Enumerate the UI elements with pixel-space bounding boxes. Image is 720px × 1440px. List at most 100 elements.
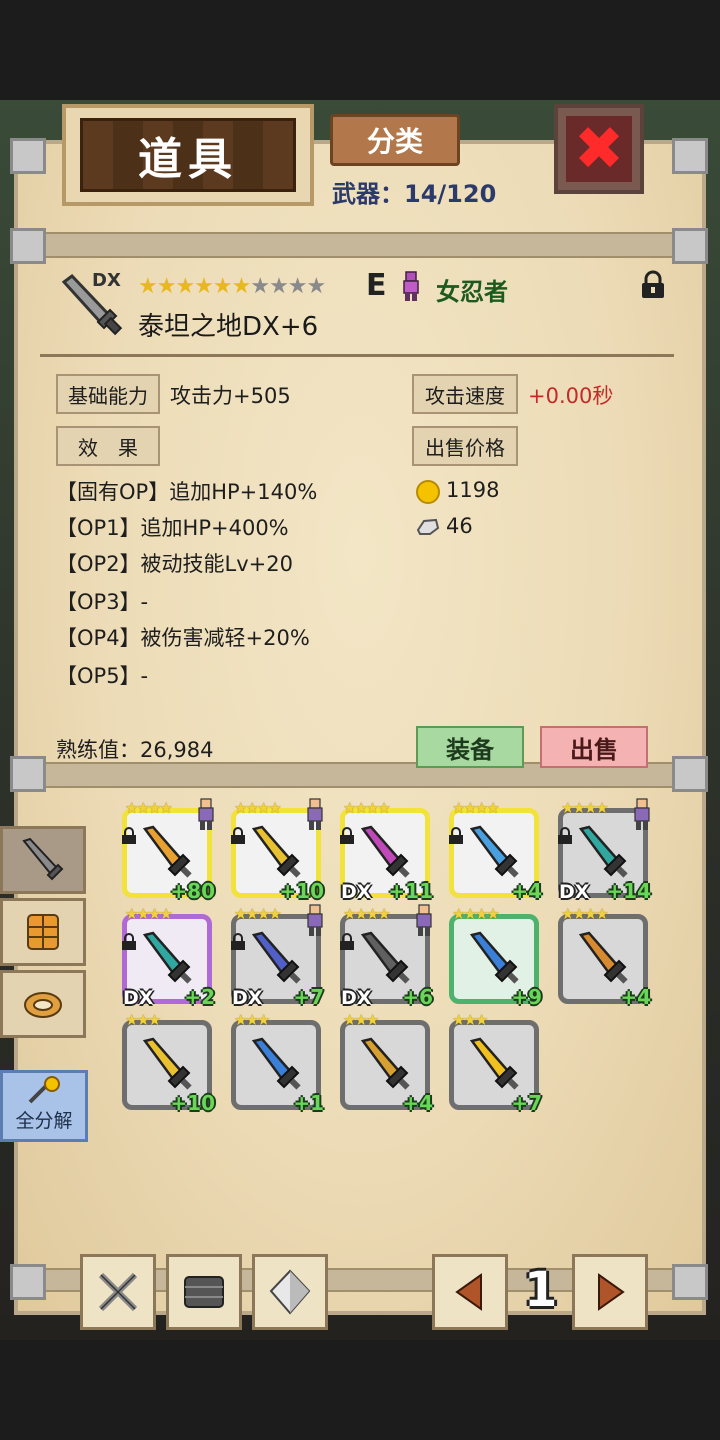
frame-corner xyxy=(10,138,46,174)
weapon-icon xyxy=(578,931,628,984)
nav-bar-area xyxy=(0,1340,720,1440)
dx-badge: DX xyxy=(123,987,154,1009)
upgrade-level: +2 xyxy=(184,985,215,1009)
character-icon xyxy=(634,798,650,830)
weapon-icon xyxy=(251,825,301,878)
weapon-icon xyxy=(251,1037,301,1090)
character-icon xyxy=(198,798,214,830)
filter-crystals-button[interactable] xyxy=(252,1254,328,1330)
tab-accessories[interactable] xyxy=(0,970,86,1038)
sell-price-ore: 46 xyxy=(446,514,473,538)
item-stars: ★★★★ xyxy=(125,905,173,923)
upgrade-level: +1 xyxy=(293,1091,324,1115)
option-line: 【固有OP】追加HP+140% xyxy=(56,480,318,504)
item-slot[interactable]: ★★★★ +4 xyxy=(558,905,651,1009)
hammer-icon xyxy=(28,1076,60,1104)
page-number: 1 xyxy=(524,1262,558,1318)
close-button[interactable]: ✖ xyxy=(554,104,644,194)
item-slot[interactable]: ★★★★ +9 xyxy=(449,905,542,1009)
title-board: 道具 xyxy=(62,104,314,206)
lock-icon[interactable] xyxy=(640,270,666,300)
ring-icon xyxy=(24,992,62,1018)
item-slot[interactable]: ★★★ +1 xyxy=(231,1011,324,1115)
frame-corner xyxy=(672,1264,708,1300)
upgrade-level: +11 xyxy=(388,879,433,903)
frame-corner xyxy=(672,228,708,264)
filter-weapons-button[interactable] xyxy=(80,1254,156,1330)
character-icon xyxy=(307,798,323,830)
upgrade-level: +7 xyxy=(511,1091,542,1115)
weapon-icon xyxy=(360,931,410,984)
upgrade-level: +4 xyxy=(402,1091,433,1115)
item-stars: ★★★★ xyxy=(343,799,391,817)
sell-price-gold: 1198 xyxy=(446,478,500,502)
lock-icon xyxy=(340,827,354,844)
option-line: 【OP5】- xyxy=(56,664,149,688)
sword-icon xyxy=(22,837,64,881)
weapon-icon xyxy=(142,931,192,984)
gold-coin-icon xyxy=(416,480,440,504)
item-slot[interactable]: ★★★★ DX +14 xyxy=(558,798,651,903)
ninja-class-icon xyxy=(403,271,419,301)
item-stars: ★★★★ xyxy=(234,799,282,817)
dx-tag: DX xyxy=(92,270,121,291)
item-name: 泰坦之地DX+6 xyxy=(138,312,319,342)
weapon-icon xyxy=(360,1037,410,1090)
tab-armor[interactable] xyxy=(0,898,86,966)
item-stars: ★★★★ xyxy=(561,799,609,817)
option-line: 【OP4】被伤害减轻+20% xyxy=(56,626,310,650)
character-icon xyxy=(307,904,323,936)
proficiency-value: 26,984 xyxy=(140,738,214,762)
equip-button[interactable]: 装备 xyxy=(416,726,524,768)
filter-materials-button[interactable] xyxy=(166,1254,242,1330)
base-ability-value: 攻击力+505 xyxy=(170,384,291,408)
frame-corner xyxy=(672,138,708,174)
next-page-button[interactable] xyxy=(572,1254,648,1330)
weapon-icon xyxy=(469,1037,519,1090)
option-line: 【OP1】追加HP+400% xyxy=(56,516,289,540)
lock-icon xyxy=(558,827,572,844)
rarity-stars: ★★★★★★★★★★ xyxy=(138,274,326,299)
arrow-right-icon xyxy=(598,1273,625,1311)
weapon-count-value: 14/120 xyxy=(404,180,497,208)
item-stars: ★★★★ xyxy=(125,799,173,817)
category-button[interactable]: 分类 xyxy=(330,114,460,166)
lock-icon xyxy=(122,933,136,950)
disassemble-all-button[interactable]: 全分解 xyxy=(0,1070,88,1142)
proficiency-label: 熟练值： xyxy=(56,738,140,762)
sell-button[interactable]: 出售 xyxy=(540,726,648,768)
item-slot[interactable]: ★★★★ DX +6 xyxy=(340,904,433,1009)
item-slot[interactable]: ★★★★ +10 xyxy=(231,798,324,903)
prev-page-button[interactable] xyxy=(432,1254,508,1330)
upgrade-level: +7 xyxy=(293,985,324,1009)
item-slot[interactable]: ★★★★ DX +7 xyxy=(231,904,324,1009)
item-slot[interactable]: ★★★★ +80 xyxy=(122,798,215,903)
dx-badge: DX xyxy=(559,881,590,903)
dx-badge: DX xyxy=(341,881,372,903)
divider xyxy=(40,354,674,357)
item-slot[interactable]: ★★★ +7 xyxy=(449,1011,542,1115)
crossed-swords-icon xyxy=(98,1272,138,1312)
item-slot[interactable]: ★★★ +10 xyxy=(122,1011,215,1115)
class-name: 女忍者 xyxy=(436,278,508,306)
disassemble-all-label: 全分解 xyxy=(15,1110,73,1132)
item-stars: ★★★ xyxy=(452,1011,488,1029)
crystal-icon xyxy=(269,1269,311,1315)
frame-corner xyxy=(10,228,46,264)
item-stars: ★★★★ xyxy=(561,905,609,923)
base-ability-label: 基础能力 xyxy=(56,374,160,414)
upgrade-level: +9 xyxy=(511,985,542,1009)
lock-icon xyxy=(449,827,463,844)
item-stars: ★★★ xyxy=(234,1011,270,1029)
status-bar-area xyxy=(0,0,720,100)
weapon-icon xyxy=(578,825,628,878)
item-slot[interactable]: ★★★★ +4 xyxy=(449,799,542,903)
lock-icon xyxy=(231,933,245,950)
item-slot[interactable]: ★★★★ DX +11 xyxy=(340,799,433,903)
item-slot[interactable]: ★★★★ DX +2 xyxy=(122,905,215,1009)
item-stars: ★★★★ xyxy=(452,905,500,923)
dx-badge: DX xyxy=(341,987,372,1009)
tab-weapons[interactable] xyxy=(0,826,86,894)
item-slot[interactable]: ★★★ +4 xyxy=(340,1011,433,1115)
character-icon xyxy=(416,904,432,936)
